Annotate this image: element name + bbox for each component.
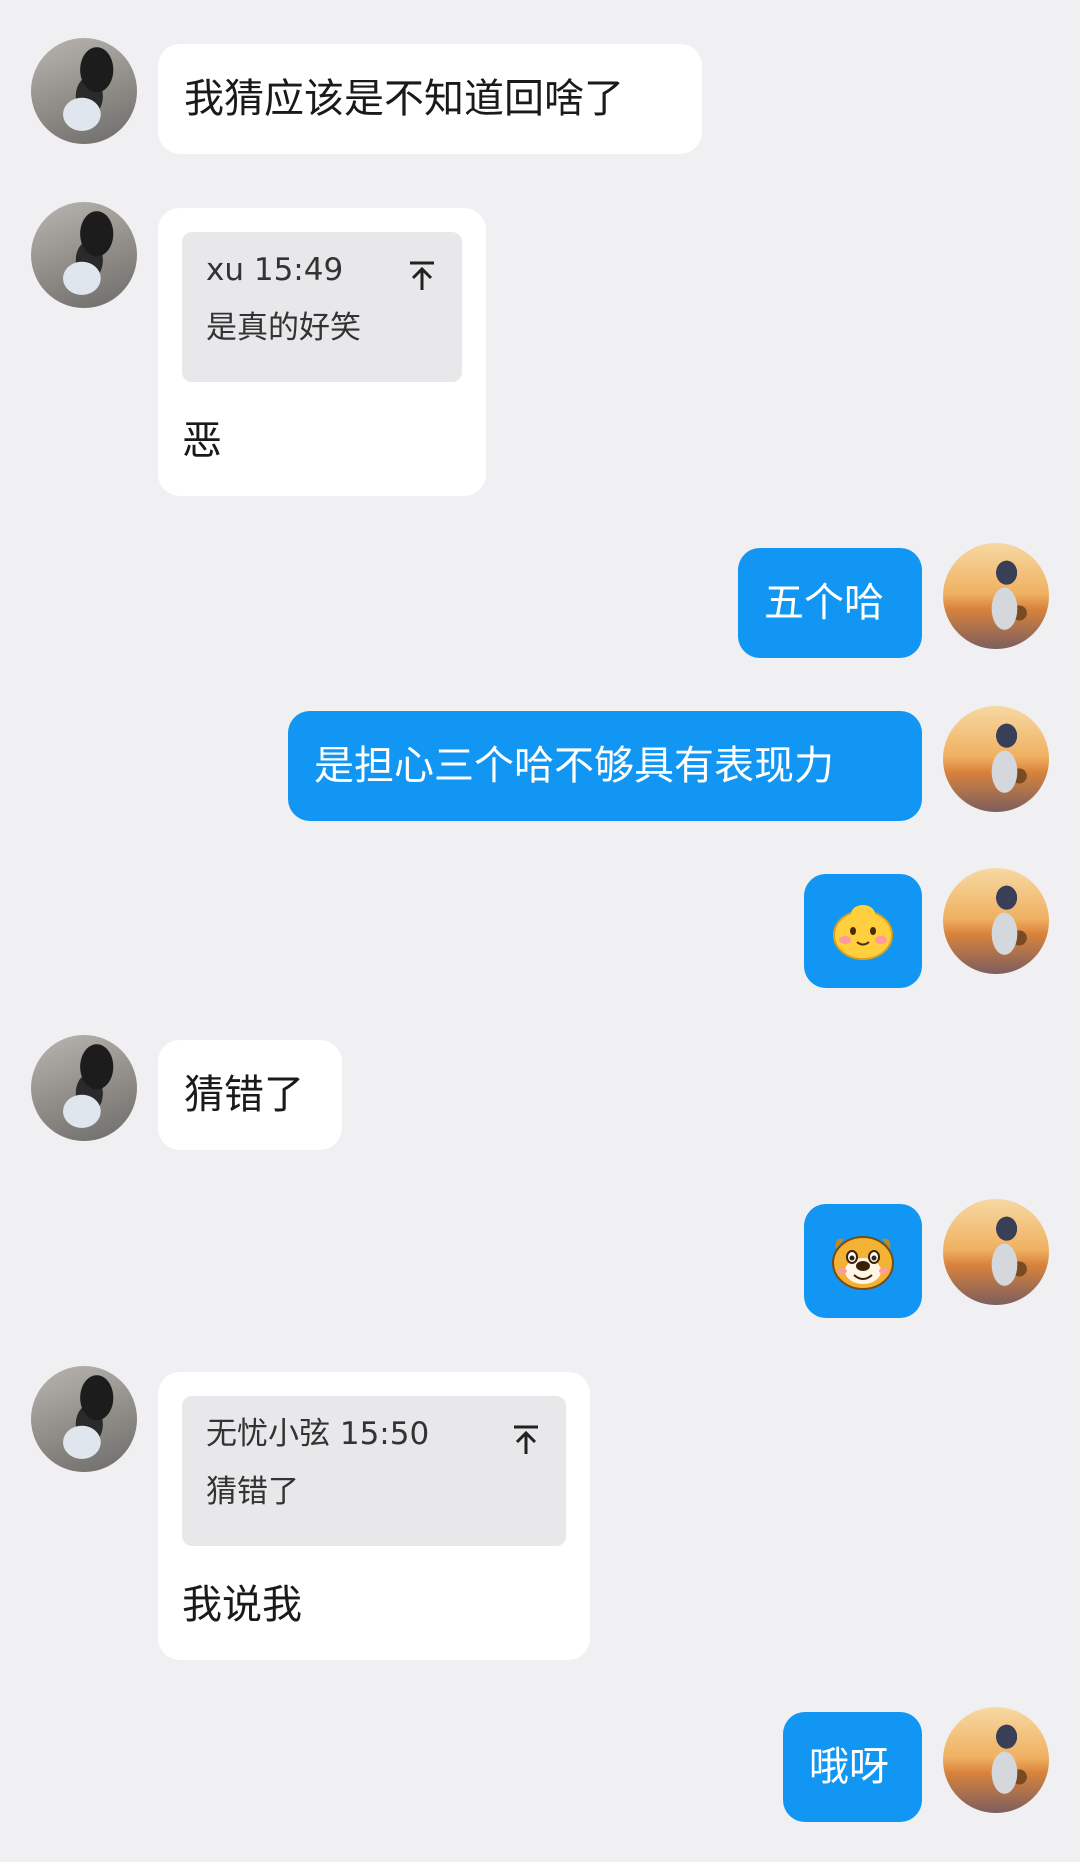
contact-avatar[interactable] — [31, 38, 137, 144]
quoted-sender: 无忧小弦 — [206, 1416, 330, 1452]
my-avatar[interactable] — [943, 706, 1049, 812]
my-avatar[interactable] — [943, 868, 1049, 974]
message-text: 我说我 — [182, 1582, 302, 1628]
outgoing-message-bubble[interactable]: 哦呀 — [783, 1712, 922, 1822]
contact-avatar[interactable] — [31, 1366, 137, 1472]
message-text: 五个哈 — [764, 580, 884, 626]
my-avatar[interactable] — [943, 1199, 1049, 1305]
jump-to-original-icon[interactable] — [512, 1424, 540, 1454]
outgoing-sticker-bubble[interactable] — [804, 1204, 922, 1318]
quoted-text: 猜错了 — [206, 1474, 299, 1510]
quoted-header: xu 15:49 — [206, 250, 438, 290]
incoming-message-bubble[interactable]: 猜错了 — [158, 1040, 342, 1150]
quoted-sender: xu — [206, 252, 244, 288]
outgoing-message-bubble[interactable]: 五个哈 — [738, 548, 922, 658]
contact-avatar[interactable] — [31, 1035, 137, 1141]
blushing-face-emoji — [833, 905, 893, 960]
incoming-reply-bubble[interactable]: 无忧小弦 15:50 猜错了 我说我 — [158, 1372, 590, 1660]
message-text: 哦呀 — [809, 1744, 889, 1790]
quoted-time: 15:50 — [339, 1416, 430, 1452]
quoted-header: 无忧小弦 15:50 — [206, 1414, 542, 1454]
incoming-message-bubble[interactable]: 我猜应该是不知道回啥了 — [158, 44, 702, 154]
chat-message-list[interactable]: 我猜应该是不知道回啥了 xu 15:49 是真的好笑 恶 五个哈 是担心三个哈不… — [0, 0, 1080, 1862]
message-text: 是担心三个哈不够具有表现力 — [314, 743, 834, 789]
contact-avatar[interactable] — [31, 202, 137, 308]
message-text: 我猜应该是不知道回啥了 — [184, 76, 624, 122]
dog-face-emoji — [832, 1236, 894, 1290]
quoted-time: 15:49 — [253, 252, 344, 288]
message-text: 猜错了 — [184, 1072, 304, 1118]
quoted-text: 是真的好笑 — [206, 310, 361, 346]
my-avatar[interactable] — [943, 543, 1049, 649]
incoming-reply-bubble[interactable]: xu 15:49 是真的好笑 恶 — [158, 208, 486, 496]
message-text: 恶 — [182, 418, 222, 464]
quoted-message[interactable]: 无忧小弦 15:50 猜错了 — [182, 1396, 566, 1546]
outgoing-message-bubble[interactable]: 是担心三个哈不够具有表现力 — [288, 711, 922, 821]
outgoing-sticker-bubble[interactable] — [804, 874, 922, 988]
jump-to-original-icon[interactable] — [408, 260, 436, 290]
my-avatar[interactable] — [943, 1707, 1049, 1813]
quoted-message[interactable]: xu 15:49 是真的好笑 — [182, 232, 462, 382]
